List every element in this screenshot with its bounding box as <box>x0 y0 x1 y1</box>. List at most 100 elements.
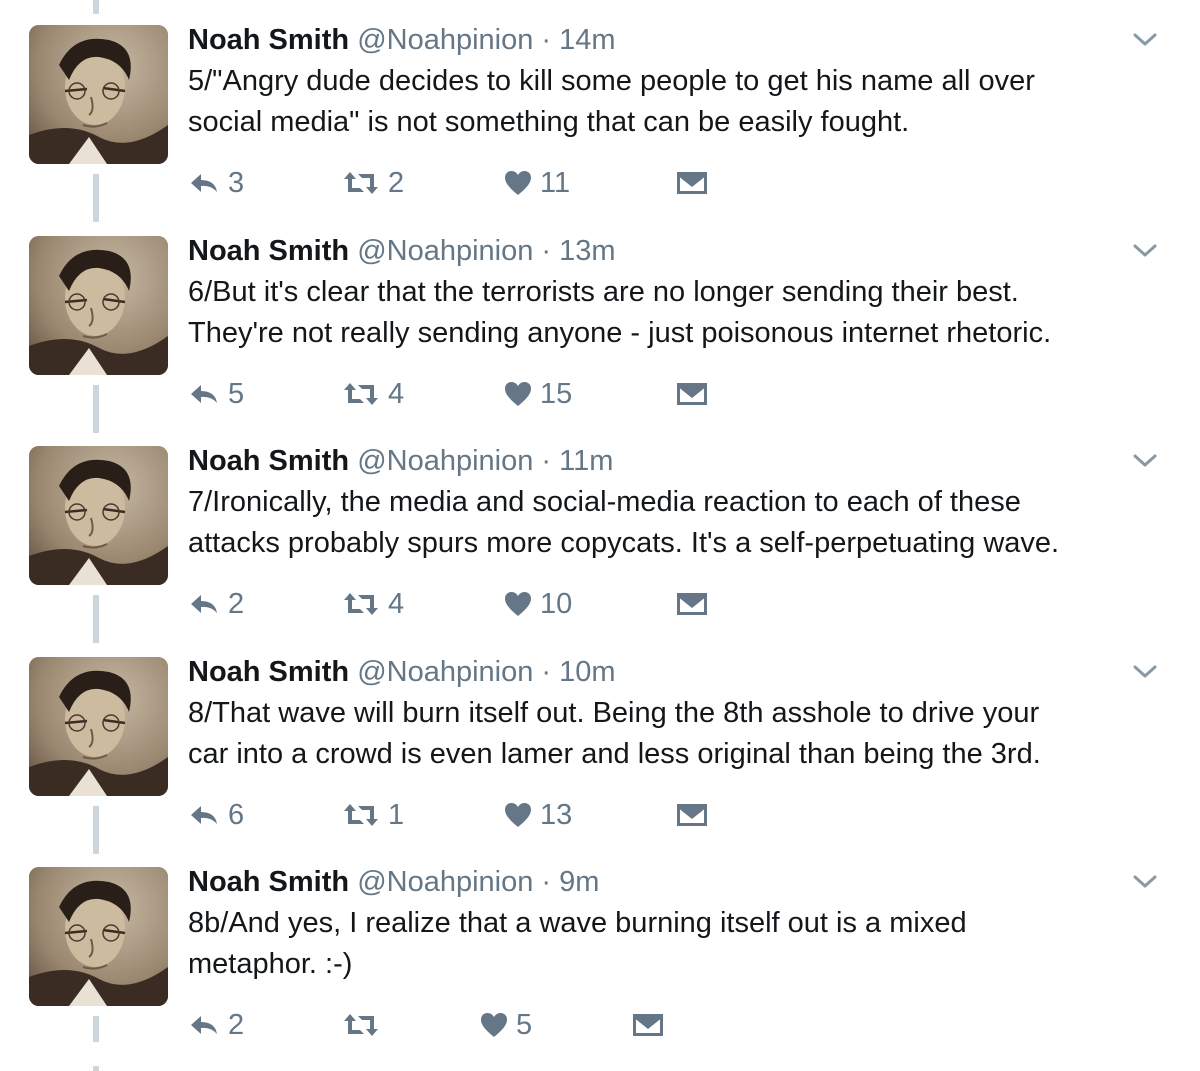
retweet-button[interactable] <box>342 1007 388 1043</box>
heart-icon <box>481 1013 507 1037</box>
author-name[interactable]: Noah Smith <box>188 866 349 898</box>
chevron-down-icon[interactable] <box>1132 453 1158 469</box>
avatar[interactable] <box>29 446 168 585</box>
tweet-actions: 2 5 <box>188 1007 888 1043</box>
author-handle[interactable]: @Noahpinion <box>357 24 533 56</box>
like-button[interactable]: 5 <box>480 1007 532 1043</box>
envelope-icon <box>677 383 707 405</box>
retweet-count: 1 <box>388 799 405 831</box>
author-name[interactable]: Noah Smith <box>188 445 349 477</box>
author-handle[interactable]: @Noahpinion <box>357 656 533 688</box>
tweet-text: 7/Ironically, the media and social-media… <box>188 486 1060 559</box>
reply-button[interactable]: 6 <box>188 797 244 833</box>
direct-message-button[interactable] <box>676 165 708 201</box>
like-button[interactable]: 11 <box>504 165 570 201</box>
direct-message-button[interactable] <box>676 797 708 833</box>
tweet[interactable]: Noah Smith @Noahpinion · 10m 8/That wave… <box>0 632 1200 843</box>
avatar[interactable] <box>29 867 168 1006</box>
timestamp[interactable]: 13m <box>559 235 615 267</box>
retweet-button[interactable]: 4 <box>342 586 404 622</box>
reply-count: 6 <box>228 799 245 831</box>
heart-icon <box>505 592 531 616</box>
reply-button[interactable]: 3 <box>188 165 244 201</box>
retweet-button[interactable]: 1 <box>342 797 404 833</box>
retweet-button[interactable]: 2 <box>342 165 404 201</box>
tweet-actions: 3 2 11 <box>188 165 888 201</box>
tweet-actions: 5 4 15 <box>188 376 888 412</box>
retweet-icon <box>344 383 378 405</box>
timestamp[interactable]: 10m <box>559 656 615 688</box>
separator-dot: · <box>541 656 552 688</box>
separator-dot: · <box>541 24 552 56</box>
retweet-icon <box>344 804 378 826</box>
heart-icon <box>505 382 531 406</box>
tweet-text: 8b/And yes, I realize that a wave burnin… <box>188 907 967 980</box>
reply-count: 2 <box>228 1009 245 1041</box>
reply-button[interactable]: 2 <box>188 586 244 622</box>
like-count: 10 <box>540 588 573 620</box>
author-handle[interactable]: @Noahpinion <box>357 445 533 477</box>
reply-button[interactable]: 2 <box>188 1007 244 1043</box>
tweet-header: Noah Smith @Noahpinion · 10m <box>188 654 616 690</box>
retweet-count: 2 <box>388 167 405 199</box>
separator-dot: · <box>541 235 552 267</box>
heart-icon <box>505 803 531 827</box>
author-name[interactable]: Noah Smith <box>188 656 349 688</box>
timestamp[interactable]: 11m <box>559 445 613 477</box>
chevron-down-icon[interactable] <box>1132 243 1158 259</box>
timestamp[interactable]: 9m <box>559 866 599 898</box>
tweet-header: Noah Smith @Noahpinion · 14m <box>188 22 616 58</box>
tweet[interactable]: Noah Smith @Noahpinion · 9m 8b/And yes, … <box>0 842 1200 1053</box>
reply-button[interactable]: 5 <box>188 376 244 412</box>
like-button[interactable]: 15 <box>504 376 572 412</box>
tweet-actions: 6 1 13 <box>188 797 888 833</box>
thread-line <box>93 1066 99 1071</box>
reply-icon <box>191 385 217 403</box>
timestamp[interactable]: 14m <box>559 24 615 56</box>
reply-count: 3 <box>228 167 245 199</box>
tweet[interactable]: Noah Smith @Noahpinion · 11m 7/Ironicall… <box>0 421 1200 632</box>
retweet-icon <box>344 1014 378 1036</box>
like-count: 15 <box>540 378 573 410</box>
reply-icon <box>191 1016 217 1034</box>
chevron-down-icon[interactable] <box>1132 874 1158 890</box>
author-name[interactable]: Noah Smith <box>188 24 349 56</box>
portrait-image <box>29 867 168 1006</box>
portrait-image <box>29 236 168 375</box>
like-count: 11 <box>540 167 571 199</box>
chevron-down-icon[interactable] <box>1132 32 1158 48</box>
like-count: 13 <box>540 799 573 831</box>
avatar[interactable] <box>29 25 168 164</box>
reply-count: 2 <box>228 588 245 620</box>
like-count: 5 <box>516 1009 533 1041</box>
chevron-down-icon[interactable] <box>1132 664 1158 680</box>
tweet-header: Noah Smith @Noahpinion · 11m <box>188 443 613 479</box>
direct-message-button[interactable] <box>676 376 708 412</box>
avatar[interactable] <box>29 236 168 375</box>
envelope-icon <box>677 804 707 826</box>
retweet-count: 4 <box>388 378 405 410</box>
like-button[interactable]: 10 <box>504 586 572 622</box>
author-handle[interactable]: @Noahpinion <box>357 866 533 898</box>
author-name[interactable]: Noah Smith <box>188 235 349 267</box>
tweet-text: 8/That wave will burn itself out. Being … <box>188 697 1041 770</box>
direct-message-button[interactable] <box>632 1007 664 1043</box>
retweet-count: 4 <box>388 588 405 620</box>
portrait-image <box>29 25 168 164</box>
reply-icon <box>191 174 217 192</box>
tweet[interactable]: Noah Smith @Noahpinion · 14m 5/"Angry du… <box>0 0 1200 211</box>
portrait-image <box>29 657 168 796</box>
envelope-icon <box>677 593 707 615</box>
retweet-button[interactable]: 4 <box>342 376 404 412</box>
portrait-image <box>29 446 168 585</box>
author-handle[interactable]: @Noahpinion <box>357 235 533 267</box>
like-button[interactable]: 13 <box>504 797 572 833</box>
avatar[interactable] <box>29 657 168 796</box>
tweet-header: Noah Smith @Noahpinion · 13m <box>188 233 616 269</box>
retweet-icon <box>344 172 378 194</box>
heart-icon <box>505 171 531 195</box>
tweet[interactable]: Noah Smith @Noahpinion · 13m 6/But it's … <box>0 211 1200 422</box>
reply-icon <box>191 595 217 613</box>
reply-icon <box>191 806 217 824</box>
direct-message-button[interactable] <box>676 586 708 622</box>
